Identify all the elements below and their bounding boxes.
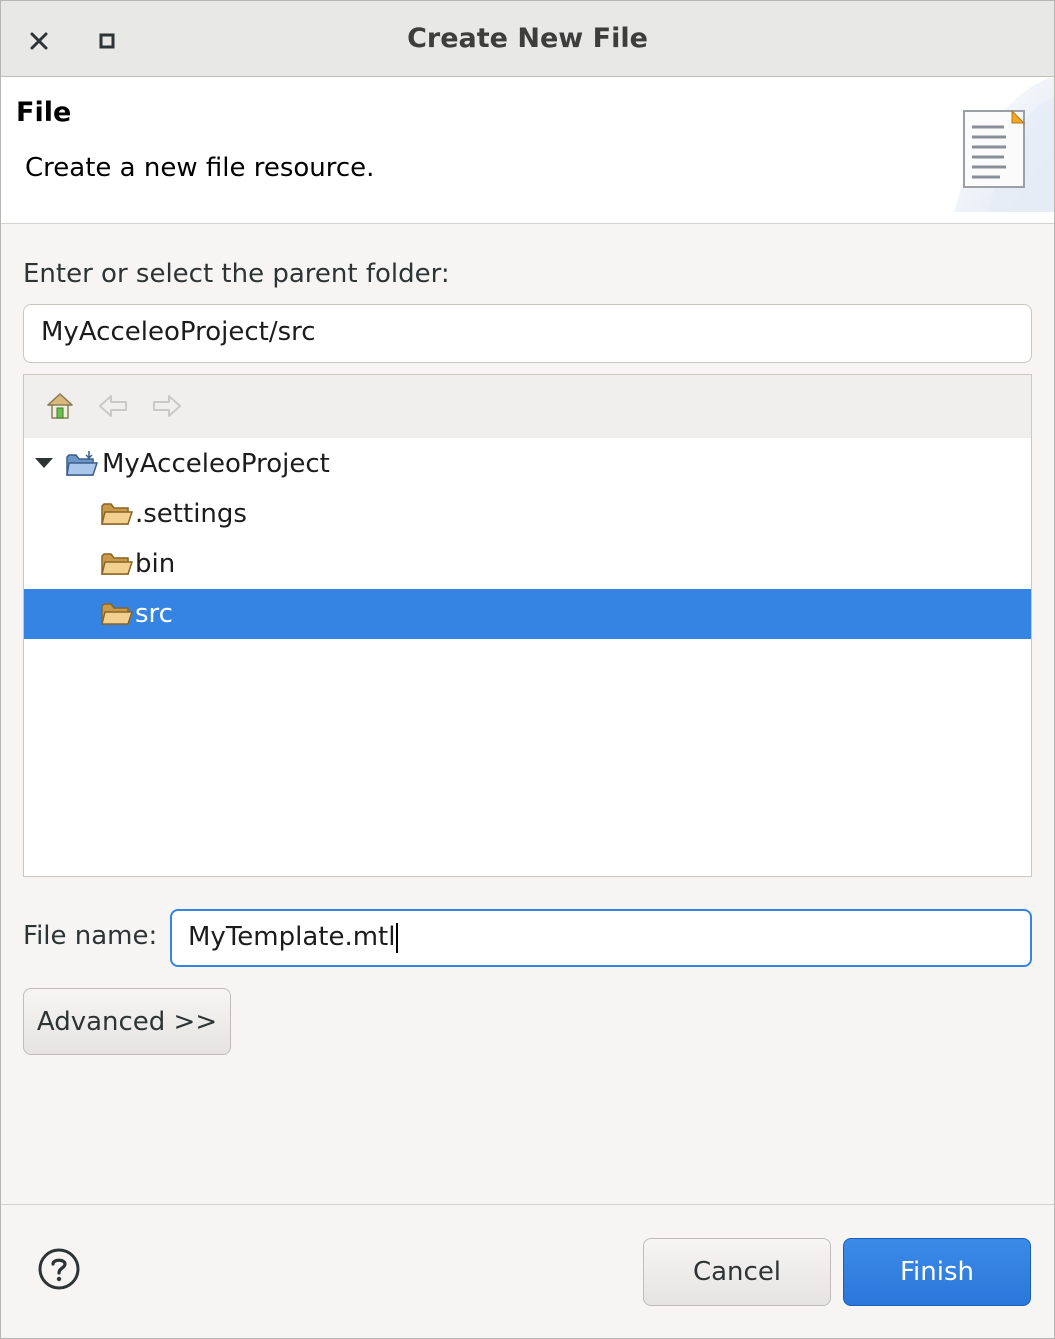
banner-description: Create a new file resource. bbox=[25, 153, 375, 183]
back-arrow-icon bbox=[99, 395, 127, 417]
window-title: Create New File bbox=[407, 23, 648, 54]
tree-item-bin[interactable]: bin bbox=[24, 539, 1031, 589]
folder-tree[interactable]: MyAcceleoProject .settings bin src bbox=[23, 374, 1032, 877]
file-name-value: MyTemplate.mtl bbox=[188, 922, 396, 952]
tree-item-label: src bbox=[135, 599, 173, 629]
chevron-down-icon[interactable] bbox=[34, 456, 54, 470]
advanced-button[interactable]: Advanced >> bbox=[23, 988, 231, 1055]
finish-button[interactable]: Finish bbox=[843, 1238, 1031, 1306]
home-button[interactable] bbox=[43, 389, 77, 423]
back-button[interactable] bbox=[96, 389, 130, 423]
wizard-banner: File Create a new file resource. bbox=[1, 77, 1054, 224]
parent-folder-label: Enter or select the parent folder: bbox=[23, 259, 450, 289]
tree-item-src[interactable]: src bbox=[24, 589, 1031, 639]
folder-icon bbox=[99, 499, 135, 529]
create-new-file-dialog: Create New File File Create a new file r… bbox=[0, 0, 1055, 1339]
title-bar: Create New File bbox=[1, 1, 1054, 77]
tree-toolbar bbox=[24, 375, 1031, 438]
forward-arrow-icon bbox=[153, 395, 181, 417]
parent-folder-input[interactable]: MyAcceleoProject/src bbox=[23, 304, 1032, 363]
help-icon[interactable] bbox=[38, 1248, 80, 1290]
file-name-label: File name: bbox=[23, 921, 158, 951]
folder-icon bbox=[99, 599, 135, 629]
project-folder-icon bbox=[64, 449, 100, 479]
home-icon bbox=[47, 393, 73, 419]
footer-separator bbox=[1, 1204, 1054, 1205]
cancel-button[interactable]: Cancel bbox=[643, 1238, 831, 1306]
text-caret bbox=[396, 922, 399, 953]
tree-item-myacceleoproject[interactable]: MyAcceleoProject bbox=[24, 439, 1031, 489]
tree-item-settings[interactable]: .settings bbox=[24, 489, 1031, 539]
banner-title: File bbox=[16, 97, 72, 128]
tree-item-label: .settings bbox=[135, 499, 247, 529]
new-file-wizard-icon bbox=[954, 77, 1054, 212]
tree-item-label: bin bbox=[135, 549, 176, 579]
forward-button[interactable] bbox=[150, 389, 184, 423]
file-name-input[interactable]: MyTemplate.mtl bbox=[170, 909, 1032, 967]
folder-icon bbox=[99, 549, 135, 579]
tree-item-label: MyAcceleoProject bbox=[102, 449, 330, 479]
